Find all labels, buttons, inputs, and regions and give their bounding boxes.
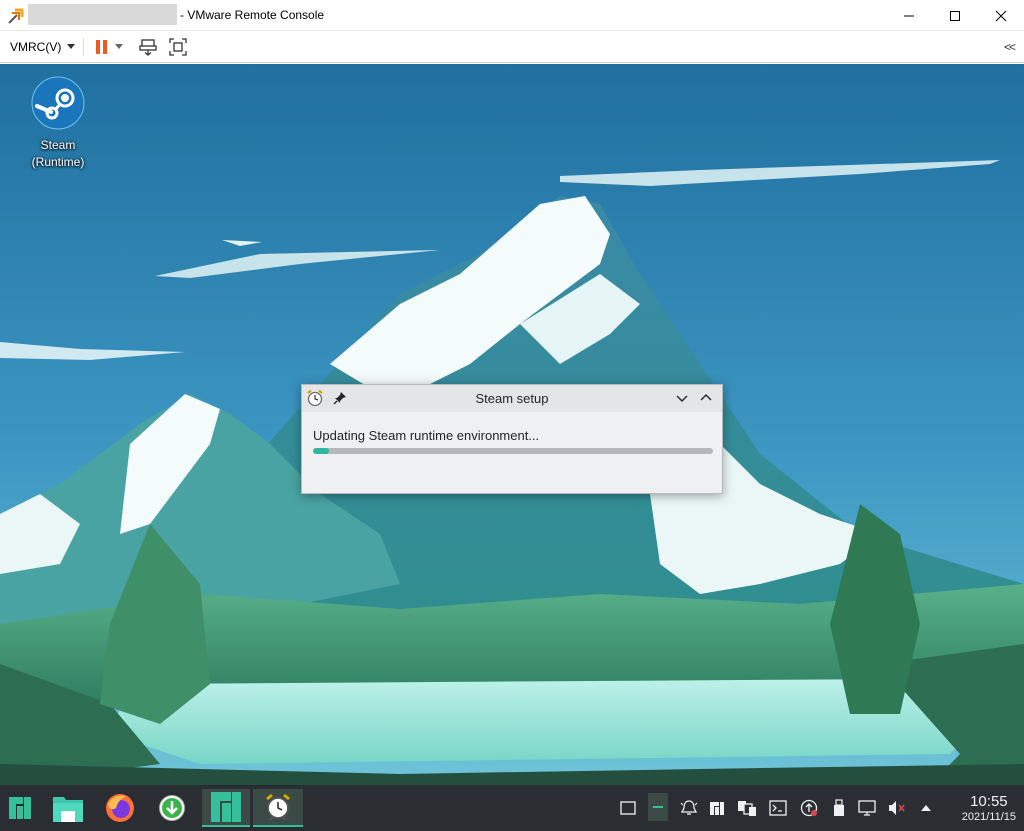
- pause-button[interactable]: [92, 37, 126, 57]
- chevron-down-icon: [67, 44, 76, 49]
- collapse-toolbar-button[interactable]: <<: [1004, 40, 1016, 54]
- redacted-vm-name: [28, 4, 177, 25]
- digital-clock[interactable]: 10:55 2021/11/15: [962, 793, 1016, 824]
- clock-time: 10:55: [970, 793, 1008, 810]
- show-desktop-button[interactable]: [618, 797, 638, 819]
- clipboard-icon: [738, 801, 756, 816]
- update-manager-launcher[interactable]: [152, 789, 192, 827]
- maximize-icon: [950, 10, 960, 21]
- vmware-remote-console-icon: [8, 8, 24, 24]
- manjaro-settings-button[interactable]: [707, 797, 727, 819]
- minimize-chevron-down-icon[interactable]: [674, 390, 690, 406]
- manjaro-hello-icon: [211, 792, 241, 822]
- expand-tray-icon: [921, 805, 931, 811]
- volume-muted-icon: [889, 801, 905, 815]
- pause-icon: [96, 40, 107, 54]
- steam-setup-alarm-icon: [266, 793, 290, 821]
- progress-bar-fill: [313, 448, 329, 454]
- vmrc-toolbar: VMRC(V) <<: [0, 32, 1024, 63]
- maximize-chevron-up-icon[interactable]: [698, 390, 714, 406]
- steam-setup-task[interactable]: [253, 789, 303, 827]
- fullscreen-icon: [169, 38, 187, 56]
- expand-system-tray-button[interactable]: [916, 797, 936, 819]
- maximize-button[interactable]: [932, 0, 978, 31]
- pager-icon: [653, 806, 663, 808]
- file-manager-launcher[interactable]: [48, 789, 88, 827]
- show-desktop-icon: [620, 801, 636, 815]
- window-title: - VMware Remote Console: [180, 8, 325, 22]
- usb-icon: [834, 799, 844, 816]
- virtual-desktop-pager[interactable]: [648, 793, 668, 821]
- removable-devices-button[interactable]: [829, 797, 849, 819]
- manjaro-settings-icon: [710, 802, 724, 815]
- vmrc-menu-button[interactable]: VMRC(V): [6, 37, 79, 57]
- display-configuration-button[interactable]: [857, 797, 877, 819]
- send-ctrl-alt-del-icon: [139, 39, 157, 56]
- updater-icon: [159, 795, 185, 821]
- steam-setup-dialog: Steam setup Updating Steam runtime envir…: [301, 384, 723, 494]
- file-manager-icon: [53, 797, 83, 822]
- minimize-icon: [904, 15, 914, 16]
- software-updates-button[interactable]: [799, 797, 819, 819]
- volume-button[interactable]: [887, 797, 907, 819]
- close-button[interactable]: [978, 0, 1024, 31]
- steam-icon: [31, 76, 85, 130]
- fullscreen-button[interactable]: [167, 37, 189, 57]
- dialog-titlebar[interactable]: Steam setup: [302, 385, 722, 412]
- terminal-icon: [769, 800, 787, 816]
- desktop-icon-label: Steam (Runtime): [31, 138, 85, 169]
- window-titlebar: - VMware Remote Console: [0, 0, 1024, 31]
- dialog-title: Steam setup: [475, 391, 549, 406]
- taskbar: 10:55 2021/11/15: [0, 785, 1024, 831]
- manjaro-menu-icon: [9, 797, 31, 819]
- firefox-icon: [106, 794, 134, 822]
- manjaro-hello-task[interactable]: [202, 789, 250, 827]
- send-ctrl-alt-del-button[interactable]: [137, 37, 159, 57]
- clipboard-button[interactable]: [737, 797, 757, 819]
- application-menu-button[interactable]: [0, 789, 40, 827]
- firefox-launcher[interactable]: [100, 789, 140, 827]
- notifications-button[interactable]: [679, 797, 699, 819]
- chevron-down-icon: [115, 44, 123, 49]
- notifications-icon: [680, 800, 698, 815]
- minimize-button[interactable]: [886, 0, 932, 31]
- progress-bar: [313, 448, 713, 454]
- dialog-message: Updating Steam runtime environment...: [313, 428, 540, 443]
- close-icon: [995, 10, 1007, 21]
- vmrc-menu-label: VMRC(V): [10, 40, 62, 54]
- desktop-icon-steam-runtime[interactable]: Steam (Runtime): [22, 76, 94, 171]
- toolbar-separator: [83, 38, 84, 56]
- clock-date: 2021/11/15: [961, 811, 1016, 823]
- terminal-button[interactable]: [768, 797, 788, 819]
- guest-desktop[interactable]: Steam (Runtime) Steam setup Updating Stea…: [0, 64, 1024, 785]
- display-icon: [858, 800, 876, 816]
- updates-icon: [800, 799, 818, 817]
